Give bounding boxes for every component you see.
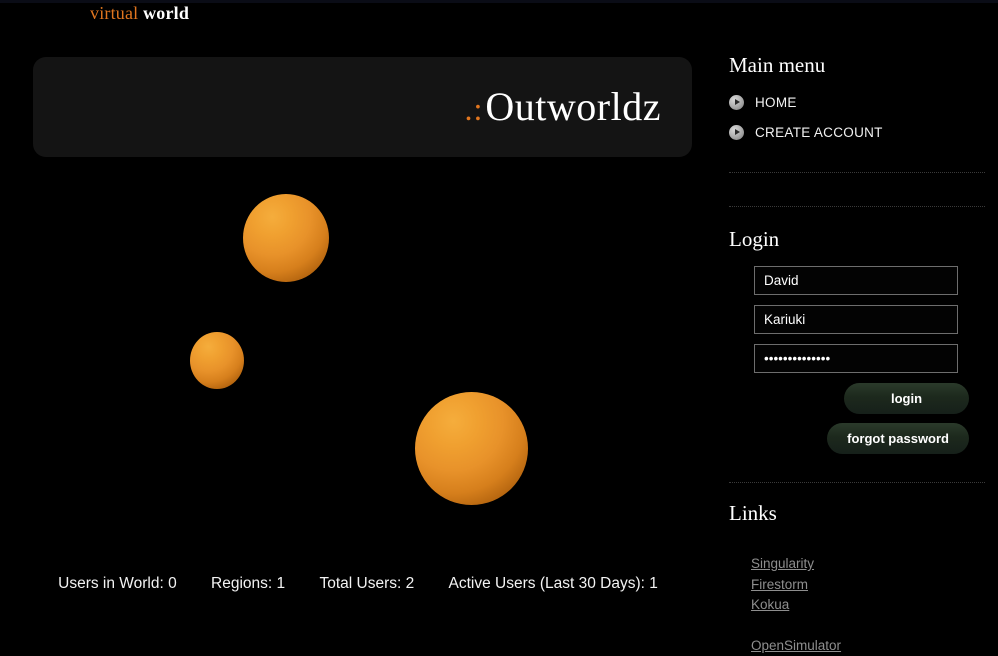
links-heading: Links	[729, 503, 777, 524]
first-name-input[interactable]	[754, 266, 958, 295]
login-form: login forgot password	[754, 266, 969, 463]
sidebar-item-home[interactable]: HOME	[729, 87, 985, 117]
header-banner: .:Outworldz	[33, 57, 692, 157]
stat-users-in-world: Users in World: 0	[58, 575, 177, 593]
sphere-upper-left	[243, 194, 329, 282]
sphere-small-left	[190, 332, 244, 389]
divider	[729, 206, 985, 207]
stats-bar: Users in World: 0 Regions: 1 Total Users…	[0, 575, 716, 593]
list-item: Kokua	[751, 595, 841, 616]
banner-title-text: Outworldz	[485, 84, 661, 129]
password-input[interactable]	[754, 344, 958, 373]
link-singularity[interactable]: Singularity	[751, 556, 814, 571]
links-list: Singularity Firestorm Kokua OpenSimulato…	[751, 554, 841, 656]
main-content-column: .:Outworldz Users in World: 0 Regions: 1…	[0, 26, 716, 633]
forgot-password-button[interactable]: forgot password	[827, 423, 969, 454]
play-circle-icon	[729, 125, 744, 140]
site-logo[interactable]: virtual world	[90, 0, 189, 26]
stat-regions: Regions: 1	[211, 575, 285, 593]
list-item: Firestorm	[751, 575, 841, 596]
site-logo-part1: virtual	[90, 3, 138, 23]
stat-total-users: Total Users: 2	[319, 575, 414, 593]
banner-dots: .:	[465, 91, 484, 127]
link-opensimulator[interactable]: OpenSimulator	[751, 638, 841, 653]
main-menu-heading: Main menu	[729, 55, 825, 76]
play-circle-icon	[729, 95, 744, 110]
divider	[729, 482, 985, 483]
list-item: Singularity	[751, 554, 841, 575]
list-item: OpenSimulator	[751, 636, 841, 656]
sidebar-item-create-account[interactable]: CREATE ACCOUNT	[729, 117, 985, 147]
sidebar-item-label: HOME	[755, 95, 797, 110]
login-heading: Login	[729, 229, 779, 250]
sphere-large-lower	[415, 392, 528, 505]
divider	[729, 172, 985, 173]
sidebar: Main menu HOME CREATE ACCOUNT Login logi…	[716, 26, 998, 633]
link-kokua[interactable]: Kokua	[751, 597, 789, 612]
stat-active-users: Active Users (Last 30 Days): 1	[449, 575, 658, 593]
sidebar-item-label: CREATE ACCOUNT	[755, 125, 883, 140]
site-logo-part2: world	[143, 3, 189, 23]
main-menu-list: HOME CREATE ACCOUNT	[729, 87, 985, 147]
link-firestorm[interactable]: Firestorm	[751, 577, 808, 592]
login-button[interactable]: login	[844, 383, 969, 414]
page-title: .:Outworldz	[465, 87, 661, 127]
last-name-input[interactable]	[754, 305, 958, 334]
